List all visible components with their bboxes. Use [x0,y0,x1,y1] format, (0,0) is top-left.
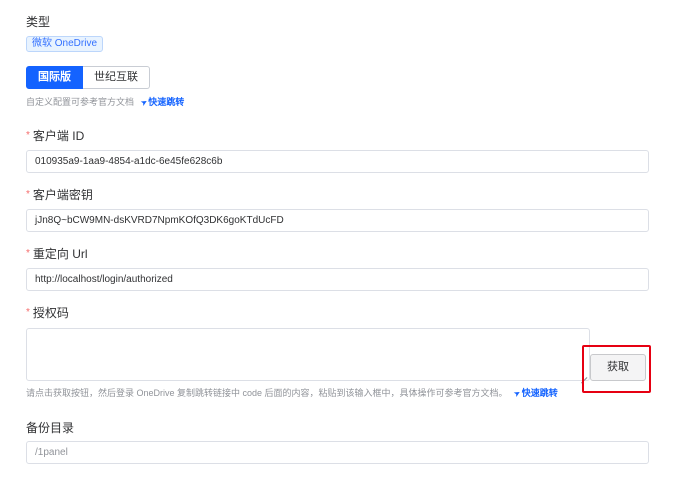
backup-dir-input[interactable]: /1panel [26,441,649,464]
backup-dir-label: 备份目录 [26,421,75,435]
region-hint-text: 自定义配置可参考官方文档 [26,97,135,107]
client-secret-label: * 客户端密钥 [26,187,93,203]
type-label: 类型 [26,15,51,29]
auth-code-label-text: 授权码 [32,306,69,320]
region-international-button[interactable]: 国际版 [26,66,83,89]
required-mark: * [26,130,30,141]
region-switch: 国际版 世纪互联 [26,66,150,89]
client-id-label-text: 客户端 ID [32,129,85,143]
client-id-input[interactable]: 010935a9-1aa9-4854-a1dc-6e45fe628c6b [26,150,649,173]
required-mark: * [26,248,30,259]
auth-doc-link[interactable]: ➤快速跳转 [512,388,558,399]
redirect-url-label-text: 重定向 Url [32,247,88,261]
auth-doc-link-label: 快速跳转 [521,388,558,398]
client-secret-label-text: 客户端密钥 [32,188,93,202]
auth-code-label: * 授权码 [26,305,69,321]
auth-code-hint: 请点击获取按钮，然后登录 OneDrive 复制跳转链接中 code 后面的内容… [26,387,558,400]
auth-code-textarea[interactable] [26,328,590,381]
auth-code-hint-text: 请点击获取按钮，然后登录 OneDrive 复制跳转链接中 code 后面的内容… [26,388,508,398]
region-21vianet-button[interactable]: 世纪互联 [83,66,150,89]
type-tag: 微软 OneDrive [26,36,104,52]
client-secret-input[interactable]: jJn8Q~bCW9MN-dsKVRD7NpmKOfQ3DK6goKTdUcFD [26,209,649,232]
redirect-url-label: * 重定向 Url [26,246,88,262]
required-mark: * [26,307,30,318]
required-mark: * [26,189,30,200]
region-doc-link-label: 快速跳转 [148,97,185,107]
region-doc-link[interactable]: ➤快速跳转 [138,97,185,108]
client-id-label: * 客户端 ID [26,128,84,144]
region-hint: 自定义配置可参考官方文档 ➤快速跳转 [26,96,184,109]
highlight-box [582,345,651,393]
redirect-url-input[interactable]: http://localhost/login/authorized [26,268,649,291]
